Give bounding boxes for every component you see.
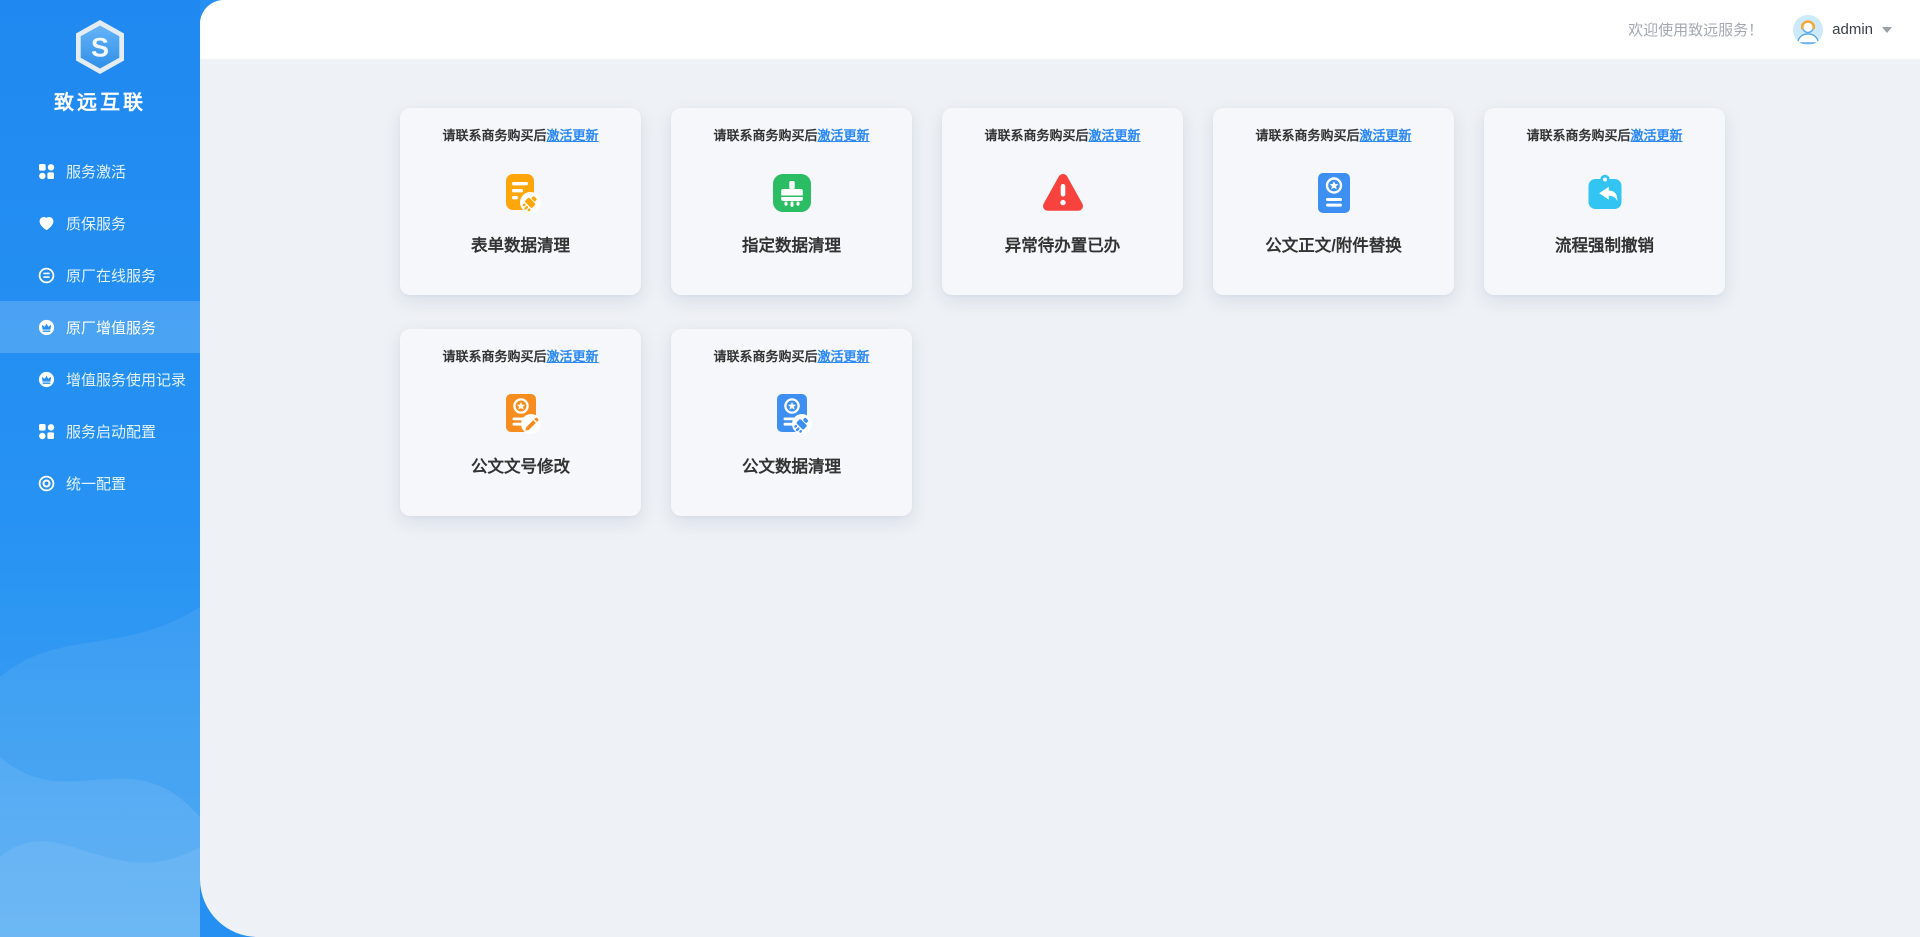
- hexagon-s-logo-icon: S: [76, 20, 124, 74]
- notice-text: 请联系商务购买后: [713, 128, 818, 143]
- card-notice: 请联系商务购买后激活更新: [671, 125, 912, 144]
- activate-update-link[interactable]: 激活更新: [547, 349, 599, 364]
- sidebar-item-warranty-service[interactable]: 质保服务: [0, 197, 200, 249]
- card-specified-data-clean[interactable]: 请联系商务购买后激活更新 指定数据清理: [671, 108, 912, 295]
- doc-seal-edit-icon: [497, 390, 545, 438]
- sidebar-item-unified-config[interactable]: 统一配置: [0, 457, 200, 509]
- user-menu[interactable]: admin: [1793, 14, 1892, 45]
- card-title: 指定数据清理: [742, 237, 841, 255]
- card-abnormal-todo-done[interactable]: 请联系商务购买后激活更新 异常待办置已办: [942, 108, 1183, 295]
- card-notice: 请联系商务购买后激活更新: [400, 346, 641, 365]
- notice-text: 请联系商务购买后: [1526, 128, 1631, 143]
- brand: S 致远互联: [0, 0, 200, 115]
- activate-update-link[interactable]: 激活更新: [818, 128, 870, 143]
- card-document-body-attachment-replace[interactable]: 请联系商务购买后激活更新 公文正文/附件替换: [1213, 108, 1454, 295]
- form-clean-icon: [497, 169, 545, 217]
- sidebar: S 致远互联 服务激活 质保服务 原厂在线服务 原厂增值服务 增值服务使用记录 …: [0, 0, 200, 937]
- card-title: 异常待办置已办: [1004, 237, 1121, 255]
- activate-update-link[interactable]: 激活更新: [1631, 128, 1683, 143]
- activate-update-link[interactable]: 激活更新: [1360, 128, 1412, 143]
- sidebar-item-label: 服务启动配置: [66, 423, 157, 441]
- grid-icon: [38, 423, 55, 440]
- doc-seal-icon: [1310, 169, 1358, 217]
- sidebar-item-service-activation[interactable]: 服务激活: [0, 145, 200, 197]
- welcome-text: 欢迎使用致远服务！: [1628, 22, 1764, 39]
- sidebar-item-factory-value-added-service[interactable]: 原厂增值服务: [0, 301, 200, 353]
- card-title: 公文文号修改: [471, 458, 570, 476]
- card-notice: 请联系商务购买后激活更新: [942, 125, 1183, 144]
- grid-icon: [38, 163, 55, 180]
- card-title: 流程强制撤销: [1555, 237, 1654, 255]
- notice-text: 请联系商务购买后: [442, 128, 547, 143]
- target-icon: [38, 475, 55, 492]
- activate-update-link[interactable]: 激活更新: [1089, 128, 1141, 143]
- sidebar-item-label: 服务激活: [66, 163, 127, 181]
- card-document-number-modify[interactable]: 请联系商务购买后激活更新 公文文号修改: [400, 329, 641, 516]
- card-notice: 请联系商务购买后激活更新: [671, 346, 912, 365]
- card-process-force-revoke[interactable]: 请联系商务购买后激活更新 流程强制撤销: [1484, 108, 1725, 295]
- notice-text: 请联系商务购买后: [1255, 128, 1360, 143]
- notice-text: 请联系商务购买后: [984, 128, 1089, 143]
- sidebar-menu: 服务激活 质保服务 原厂在线服务 原厂增值服务 增值服务使用记录 服务启动配置 …: [0, 145, 200, 509]
- username: admin: [1832, 21, 1873, 38]
- brush-clean-icon: [768, 169, 816, 217]
- card-document-data-clean[interactable]: 请联系商务购买后激活更新 公文数据清理: [671, 329, 912, 516]
- chevron-down-icon: [1882, 26, 1892, 33]
- service-card-grid: 请联系商务购买后激活更新 表单数据清理 请联系商务购买后激活更新 指定数据清理 …: [400, 108, 1730, 516]
- support-agent-avatar-icon: [1793, 14, 1824, 45]
- brand-name: 致远互联: [54, 92, 146, 114]
- warning-triangle-icon: [1039, 169, 1087, 217]
- sidebar-item-label: 统一配置: [66, 475, 127, 493]
- sidebar-item-label: 质保服务: [66, 215, 127, 233]
- card-notice: 请联系商务购买后激活更新: [1213, 125, 1454, 144]
- sidebar-item-value-added-usage-records[interactable]: 增值服务使用记录: [0, 353, 200, 405]
- activate-update-link[interactable]: 激活更新: [818, 349, 870, 364]
- activate-update-link[interactable]: 激活更新: [547, 128, 599, 143]
- notice-text: 请联系商务购买后: [713, 349, 818, 364]
- card-notice: 请联系商务购买后激活更新: [1484, 125, 1725, 144]
- clipboard-undo-icon: [1581, 169, 1629, 217]
- top-header: 欢迎使用致远服务！ admin: [200, 0, 1920, 59]
- doc-seal-clean-icon: [768, 390, 816, 438]
- sidebar-item-label: 原厂增值服务: [66, 319, 157, 337]
- main-content: 请联系商务购买后激活更新 表单数据清理 请联系商务购买后激活更新 指定数据清理 …: [200, 59, 1920, 516]
- card-notice: 请联系商务购买后激活更新: [400, 125, 641, 144]
- card-title: 公文正文/附件替换: [1265, 237, 1402, 255]
- card-form-data-clean[interactable]: 请联系商务购买后激活更新 表单数据清理: [400, 108, 641, 295]
- crown-icon: [38, 319, 55, 336]
- doc-circle-icon: [38, 267, 55, 284]
- sidebar-item-label: 增值服务使用记录: [66, 371, 187, 389]
- sidebar-item-factory-online-service[interactable]: 原厂在线服务: [0, 249, 200, 301]
- sidebar-item-service-startup-config[interactable]: 服务启动配置: [0, 405, 200, 457]
- card-title: 公文数据清理: [742, 458, 841, 476]
- crown-icon: [38, 371, 55, 388]
- content-area: 欢迎使用致远服务！ admin 请联系商务购买后激活更新 表单数据清理 请联系商…: [200, 0, 1920, 937]
- svg-text:S: S: [91, 33, 109, 63]
- heart-icon: [38, 215, 55, 232]
- notice-text: 请联系商务购买后: [442, 349, 547, 364]
- sidebar-wave-decoration: [0, 607, 200, 937]
- card-title: 表单数据清理: [471, 237, 570, 255]
- sidebar-item-label: 原厂在线服务: [66, 267, 157, 285]
